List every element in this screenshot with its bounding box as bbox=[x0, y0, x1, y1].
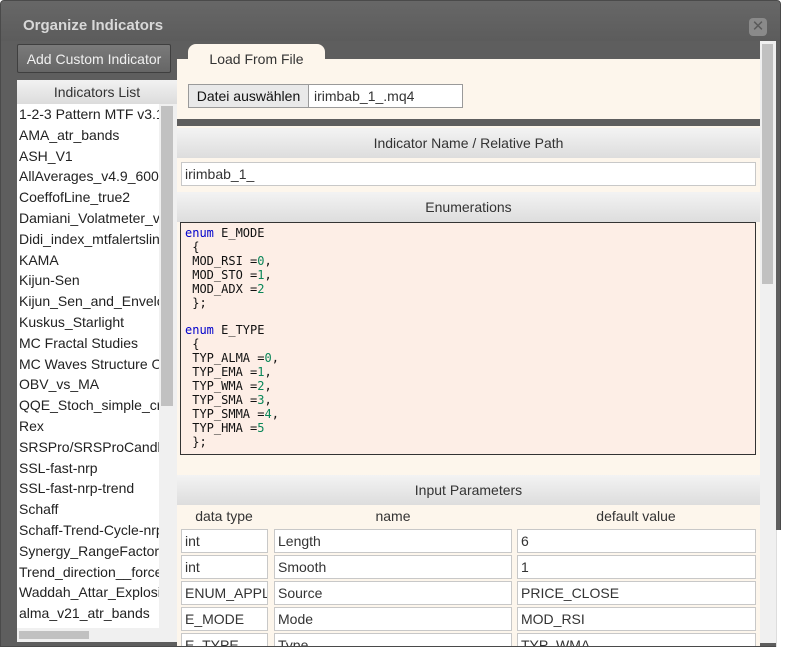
dialog-title: Organize Indicators bbox=[23, 17, 164, 34]
indicator-list-item[interactable]: Kuskus_Starlight bbox=[17, 312, 159, 333]
indicator-name-header: Indicator Name / Relative Path bbox=[177, 128, 760, 158]
organize-indicators-dialog: Organize Indicators ✕ Add Custom Indicat… bbox=[0, 0, 781, 647]
indicator-list-item[interactable]: SRSPro/SRSProCandles bbox=[17, 437, 159, 458]
chosen-file-name: irimbab_1_.mq4 bbox=[314, 88, 415, 104]
indicator-list-item[interactable]: Kijun_Sen_and_Envelopes bbox=[17, 291, 159, 312]
code-keyword: enum bbox=[185, 226, 214, 240]
indicators-list-horizontal-scrollbar[interactable] bbox=[17, 628, 177, 642]
indicator-list-item[interactable]: Schaff-Trend-Cycle-nrp bbox=[17, 520, 159, 541]
indicator-list-item[interactable]: Synergy_RangeFactor bbox=[17, 541, 159, 562]
add-custom-indicator-button[interactable]: Add Custom Indicator bbox=[17, 44, 171, 73]
param-default-field[interactable]: 6 bbox=[517, 529, 756, 553]
indicators-list: 1-2-3 Pattern MTF v3.1 AMA_atr_bands ASH_V… bbox=[17, 104, 159, 628]
param-default-field[interactable]: TYP_WMA bbox=[517, 633, 756, 646]
param-name-field[interactable]: Length bbox=[274, 529, 512, 553]
indicator-list-item[interactable]: Didi_index_mtfalertslines bbox=[17, 229, 159, 250]
choose-file-button[interactable]: Datei auswählen bbox=[189, 85, 309, 107]
indicator-list-item[interactable]: ASH_V1 bbox=[17, 146, 159, 167]
param-name-field[interactable]: Type bbox=[274, 633, 512, 646]
indicator-list-item[interactable]: KAMA bbox=[17, 250, 159, 271]
indicator-list-item[interactable]: AllAverages_v4.9_600 bbox=[17, 166, 159, 187]
indicator-list-item[interactable]: Kijun-Sen bbox=[17, 270, 159, 291]
column-header-data-type: data type bbox=[195, 508, 253, 524]
indicator-list-item[interactable]: Schaff bbox=[17, 499, 159, 520]
indicator-list-item[interactable]: MC Fractal Studies bbox=[17, 333, 159, 354]
code-keyword: enum bbox=[185, 323, 214, 338]
indicator-list-item[interactable]: Trend_direction__force_index bbox=[17, 562, 159, 583]
indicator-list-item[interactable]: AMA_atr_bands bbox=[17, 125, 159, 146]
indicator-list-item[interactable]: Damiani_Volatmeter_v3 bbox=[17, 208, 159, 229]
param-type-field[interactable]: int bbox=[181, 555, 268, 579]
close-icon[interactable]: ✕ bbox=[749, 18, 767, 36]
param-name-field[interactable]: Source bbox=[274, 581, 512, 605]
column-header-default-value: default value bbox=[596, 508, 676, 524]
indicator-list-item[interactable]: CoeffofLine_true2 bbox=[17, 187, 159, 208]
indicator-list-item[interactable]: Rex bbox=[17, 416, 159, 437]
indicator-name-input[interactable]: irimbab_1_ bbox=[181, 162, 756, 186]
indicator-list-item[interactable]: alma_v21_atr_bands bbox=[17, 603, 159, 624]
indicators-list-scroll-thumb[interactable] bbox=[161, 106, 173, 406]
dialog-titlebar[interactable]: Organize Indicators ✕ bbox=[1, 1, 780, 41]
tab-load-from-file[interactable]: Load From File bbox=[188, 44, 325, 74]
param-type-field[interactable]: int bbox=[181, 529, 268, 553]
param-default-field[interactable]: 1 bbox=[517, 555, 756, 579]
param-default-field[interactable]: MOD_RSI bbox=[517, 607, 756, 631]
editor-vertical-scrollbar[interactable] bbox=[760, 41, 776, 643]
param-name-field[interactable]: Mode bbox=[274, 607, 512, 631]
indicators-list-hscroll-thumb[interactable] bbox=[19, 631, 89, 639]
indicator-list-item[interactable]: SSL-fast-nrp-trend bbox=[17, 478, 159, 499]
indicator-editor: Indicator Name / Relative Path irimbab_1… bbox=[177, 126, 760, 646]
indicators-list-vertical-scrollbar[interactable] bbox=[159, 104, 177, 628]
background-page-edge bbox=[776, 530, 785, 647]
param-type-field[interactable]: E_MODE bbox=[181, 607, 268, 631]
indicator-list-item[interactable]: OBV_vs_MA bbox=[17, 374, 159, 395]
param-type-field[interactable]: ENUM_APPLIED_PRICE bbox=[181, 581, 268, 605]
enumerations-header: Enumerations bbox=[177, 192, 760, 222]
indicator-list-item[interactable]: Waddah_Attar_Explosion bbox=[17, 582, 159, 603]
file-chooser[interactable]: Datei auswählen irimbab_1_.mq4 bbox=[188, 84, 463, 108]
indicator-list-item[interactable]: SSL-fast-nrp bbox=[17, 458, 159, 479]
enumerations-code-editor[interactable]: enum E_MODE { MOD_RSI =0, MOD_STO =1, MO… bbox=[180, 222, 756, 455]
param-type-field[interactable]: E_TYPE bbox=[181, 633, 268, 646]
indicator-list-item[interactable]: MC Waves Structure Oscillator bbox=[17, 354, 159, 375]
param-default-field[interactable]: PRICE_CLOSE bbox=[517, 581, 756, 605]
editor-scroll-thumb[interactable] bbox=[762, 44, 773, 284]
indicator-list-item[interactable]: QQE_Stoch_simple_cross bbox=[17, 395, 159, 416]
indicators-list-header: Indicators List bbox=[17, 80, 177, 104]
param-name-field[interactable]: Smooth bbox=[274, 555, 512, 579]
indicator-list-item[interactable]: 1-2-3 Pattern MTF v3.1 bbox=[17, 104, 159, 125]
input-parameters-header: Input Parameters bbox=[177, 475, 760, 505]
column-header-name: name bbox=[375, 508, 411, 524]
